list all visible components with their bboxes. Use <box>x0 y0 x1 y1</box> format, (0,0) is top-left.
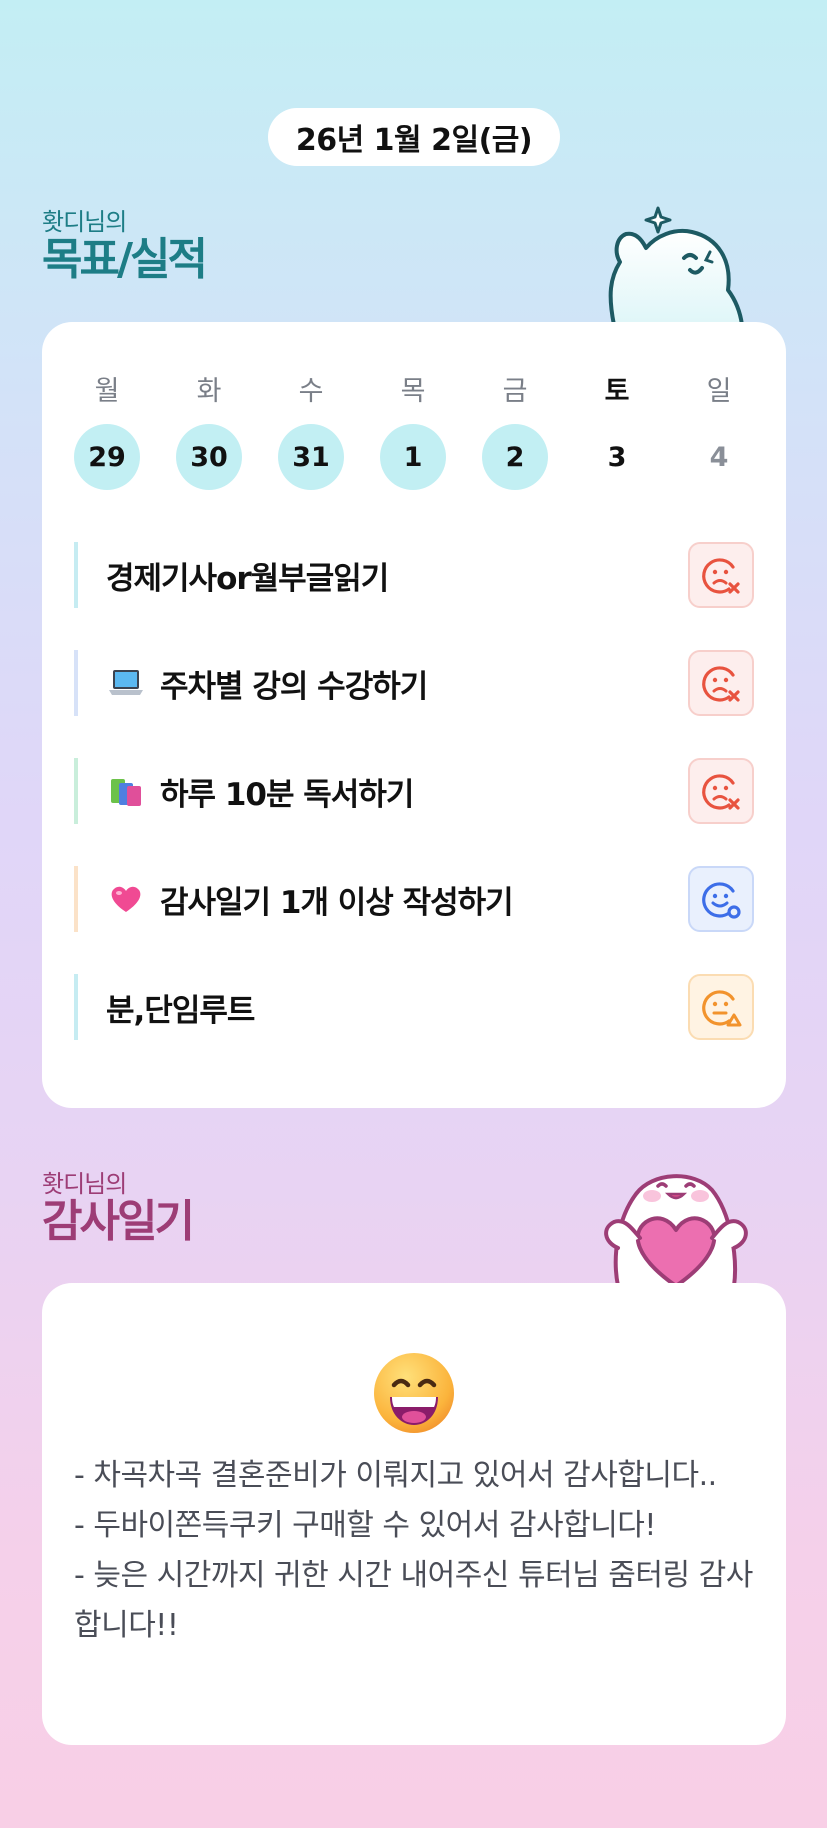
diary-line: - 차곡차곡 결혼준비가 이뤄지고 있어서 감사합니다.. <box>74 1458 717 1493</box>
day-name: 월 <box>94 376 120 407</box>
smile-face-check-icon <box>702 882 741 919</box>
status-fail-button[interactable] <box>688 758 754 824</box>
day-number[interactable]: 30 <box>176 424 242 490</box>
laptop-icon <box>108 665 144 701</box>
heart-icon <box>108 881 144 917</box>
day-number[interactable]: 2 <box>482 424 548 490</box>
day-number[interactable]: 3 <box>584 424 650 490</box>
sad-face-x-icon <box>702 774 740 810</box>
goal-label: 경제기사or월부글읽기 <box>106 560 389 597</box>
date-pill[interactable]: 26년 1월 2일(금) <box>268 108 560 166</box>
sad-face-x-icon <box>702 558 740 594</box>
status-fail-button[interactable] <box>688 542 754 608</box>
goal-item[interactable]: 경제기사or월부글읽기 <box>74 542 754 608</box>
day-column[interactable]: 화 30 <box>176 372 242 490</box>
books-icon <box>108 773 144 809</box>
diary-card: - 차곡차곡 결혼준비가 이뤄지고 있어서 감사합니다.. - 두바이쫀득쿠키 … <box>42 1283 786 1745</box>
neutral-face-triangle-icon <box>702 990 742 1027</box>
day-name: 금 <box>502 376 528 407</box>
goal-label: 감사일기 1개 이상 작성하기 <box>160 884 514 921</box>
goal-label: 주차별 강의 수강하기 <box>160 668 428 705</box>
day-name: 토 <box>604 376 630 407</box>
day-column[interactable]: 일 4 <box>686 372 752 490</box>
diary-mascot-icon <box>604 1174 748 1286</box>
week-calendar: 월 29 화 30 수 31 목 1 금 2 토 3 일 4 <box>74 372 786 490</box>
goal-label: 하루 10분 독서하기 <box>160 776 414 813</box>
day-name: 목 <box>400 376 426 407</box>
goals-section-title: 홧디님의 목표/실적 <box>42 208 208 285</box>
diary-section-title: 홧디님의 감사일기 <box>42 1170 195 1247</box>
goal-item[interactable]: 주차별 강의 수강하기 <box>74 650 754 716</box>
day-column[interactable]: 목 1 <box>380 372 446 490</box>
day-name: 화 <box>196 376 222 407</box>
status-partial-button[interactable] <box>688 974 754 1040</box>
day-number[interactable]: 31 <box>278 424 344 490</box>
day-column[interactable]: 토 3 <box>584 372 650 490</box>
goals-card: 월 29 화 30 수 31 목 1 금 2 토 3 일 4 경제기사or월부글… <box>42 322 786 1108</box>
goal-label: 분,단임루트 <box>106 992 255 1029</box>
goals-section-heading: 목표/실적 <box>42 234 208 285</box>
diary-entry-text: - 차곡차곡 결혼준비가 이뤄지고 있어서 감사합니다.. - 두바이쫀득쿠키 … <box>74 1451 764 1651</box>
day-name: 수 <box>298 376 324 407</box>
day-column[interactable]: 금 2 <box>482 372 548 490</box>
diary-line: - 두바이쫀득쿠키 구매할 수 있어서 감사합니다! <box>74 1508 656 1543</box>
day-column[interactable]: 수 31 <box>278 372 344 490</box>
goals-mascot-icon <box>608 206 744 325</box>
sad-face-x-icon <box>702 666 740 702</box>
status-good-button[interactable] <box>688 866 754 932</box>
day-number[interactable]: 4 <box>686 424 752 490</box>
goal-item[interactable]: 하루 10분 독서하기 <box>74 758 754 824</box>
grinning-face-icon <box>374 1353 454 1433</box>
diary-line: - 늦은 시간까지 귀한 시간 내어주신 튜터님 줌터링 감사합니다!! <box>74 1558 753 1643</box>
goals-section-subtitle: 홧디님의 <box>42 208 127 236</box>
day-name: 일 <box>706 376 732 407</box>
day-number[interactable]: 29 <box>74 424 140 490</box>
day-number[interactable]: 1 <box>380 424 446 490</box>
diary-section-heading: 감사일기 <box>42 1196 195 1247</box>
status-fail-button[interactable] <box>688 650 754 716</box>
goal-item[interactable]: 감사일기 1개 이상 작성하기 <box>74 866 754 932</box>
goal-item[interactable]: 분,단임루트 <box>74 974 754 1040</box>
diary-section-subtitle: 홧디님의 <box>42 1170 127 1198</box>
day-column[interactable]: 월 29 <box>74 372 140 490</box>
